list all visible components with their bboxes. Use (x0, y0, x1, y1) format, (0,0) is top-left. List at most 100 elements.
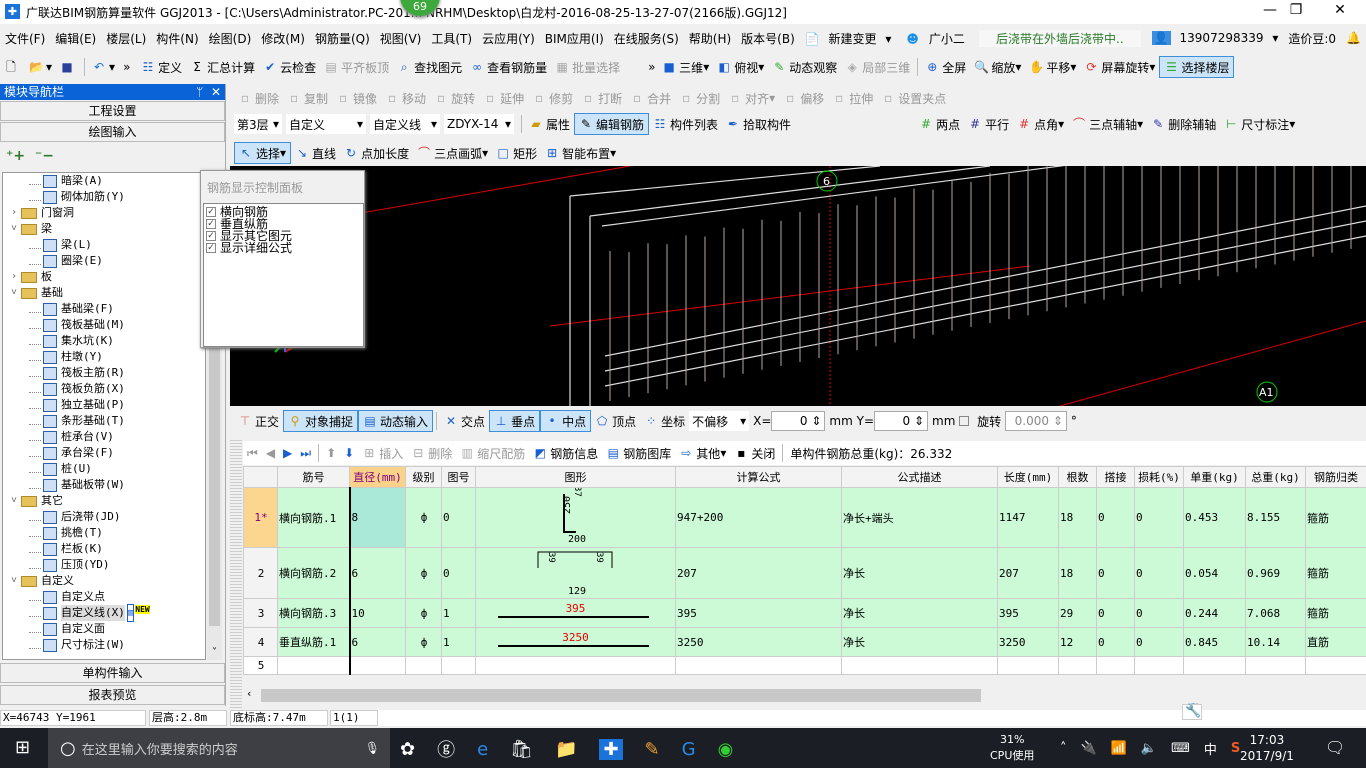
table-row[interactable]: 3 横向钢筋.3 10 ф 1 395 395 净长 395 29 0 0 0.244 7.068 箍筋 (243, 598, 1366, 628)
y-input[interactable]: 0 ⇕ (874, 411, 929, 431)
cell-fig[interactable] (441, 656, 476, 675)
component-name-select[interactable]: ZDYX-14 ▾ (444, 114, 514, 134)
tree-item[interactable]: 压顶(YD) (3, 557, 205, 573)
move-up-button[interactable]: ⬆ (322, 442, 340, 464)
toolbar-button[interactable]: ▤ 平齐板顶 (320, 56, 393, 78)
touch-keyboard-icon[interactable]: ⌨ (1171, 741, 1190, 756)
cell-shape[interactable]: 395 (475, 598, 676, 628)
toolbar-button[interactable]: ↘ 直线 (291, 142, 340, 164)
toolbar-button[interactable]: ⊥ 垂点 (489, 410, 541, 432)
tree-item[interactable]: 暗梁(A) (3, 173, 205, 189)
rotate-checkbox[interactable] (959, 415, 973, 427)
chevron-down-icon[interactable]: ▾ (703, 60, 709, 74)
menu-item[interactable]: 绘图(D) (204, 30, 257, 47)
toolbar-button[interactable]: ▤ 动态输入 (358, 410, 434, 432)
toolbar-button[interactable]: Σ 汇总计算 (186, 56, 259, 78)
toolbar-button[interactable]: ⊞ 智能布置 ▾ (541, 142, 620, 164)
battery-icon[interactable]: 🔌 (1081, 741, 1097, 756)
offset-select[interactable]: 不偏移 ▾ (689, 411, 750, 431)
tree-item[interactable]: 自定义线(X) ▥ NEW (3, 604, 205, 622)
toolbar-button[interactable]: ▫ 对齐 ▾ (724, 87, 779, 109)
menu-item[interactable]: 修改(M) (256, 30, 310, 47)
wrench-icon[interactable]: 🔧 (1182, 704, 1203, 720)
cell-lap[interactable]: 0 (1096, 627, 1135, 657)
floor-select[interactable]: 第3层 ▾ (234, 114, 282, 134)
tree-item[interactable]: 条形基础(T) (3, 413, 205, 429)
cell-name[interactable]: 横向钢筋.3 (277, 598, 350, 628)
toolbar-button[interactable]: ⇨ 其他 ▾ (675, 442, 730, 464)
notice-ticker[interactable]: 后浇带在外墙后浇带中.. (978, 29, 1141, 47)
subtype-select[interactable]: 自定义线 ▾ (370, 114, 440, 134)
toolbar-button[interactable]: • 中点 (540, 410, 592, 432)
prev-record-button[interactable]: ◀ (262, 442, 279, 464)
clock[interactable]: 17:03 2017/9/1 (1240, 732, 1294, 764)
tree-item[interactable]: 筏板基础(M) (3, 317, 205, 333)
taskview-icon[interactable]: ✿ (400, 739, 415, 760)
column-header[interactable]: 图号 (441, 466, 476, 488)
menu-item[interactable]: 工具(T) (426, 30, 477, 47)
chevron-down-icon[interactable]: ▾ (769, 91, 775, 105)
cell-fig[interactable]: 1 (441, 598, 476, 628)
tree-item[interactable]: 自定义面 (3, 621, 205, 637)
cell-len[interactable]: 1147 (997, 487, 1059, 548)
toolbar-button[interactable]: ✎ 动态观察 (768, 56, 841, 78)
cell-cat[interactable]: 直筋 (1305, 627, 1366, 657)
save-button[interactable]: ■ (56, 56, 81, 78)
cell-unit_w[interactable]: 0.845 (1183, 627, 1246, 657)
expand-all-icon[interactable]: ⁺+ (6, 148, 25, 164)
table-row[interactable]: 1* 横向钢筋.1 8 ф 0 37 250 200 947+200 净长+端头 1147 18 0 0 0… (243, 487, 1366, 548)
toolbar-button[interactable]: ⬠ 顶点 (591, 410, 640, 432)
checkbox-icon[interactable]: ✓ (206, 219, 216, 229)
cell-count[interactable]: 12 (1058, 627, 1097, 657)
tree-item[interactable]: 尺寸标注(W) (3, 637, 205, 653)
table-row[interactable]: 4 垂直纵筋.1 6 ф 1 3250 3250 净长 3250 12 0 0 0.845 10.14 直筋 (243, 627, 1366, 657)
toolbar-button[interactable]: ▦ 批量选择 (551, 56, 624, 78)
volume-icon[interactable]: 🔈 (1141, 741, 1157, 756)
cell-loss[interactable]: 0 (1134, 627, 1184, 657)
cell-unit_w[interactable]: 0.244 (1183, 598, 1246, 628)
collapse-all-icon[interactable]: ⁻− (35, 148, 54, 164)
tree-folder[interactable]: › 板 (3, 269, 205, 285)
chevron-down-icon[interactable]: ▾ (1015, 60, 1021, 74)
cell-name[interactable]: 横向钢筋.2 (277, 547, 350, 599)
toolbar-button[interactable]: ▫ 偏移 (779, 87, 828, 109)
row-number[interactable]: 3 (243, 598, 278, 628)
cell-desc[interactable] (841, 656, 998, 675)
cell-shape[interactable]: 39 39 129 (475, 547, 676, 599)
toolbar-button[interactable]: # 两点 (915, 113, 964, 135)
menu-item[interactable]: 在线服务(S) (609, 30, 684, 47)
glodon-app-icon[interactable]: ✚ (599, 738, 623, 760)
menu-item[interactable]: 版本号(B) (736, 30, 800, 47)
menu-item[interactable]: 钢筋量(Q) (310, 30, 375, 47)
tree-folder[interactable]: › 门窗洞 (3, 205, 205, 221)
chevron-down-icon[interactable]: ˅ (7, 285, 21, 301)
tree-item[interactable]: 桩(U) (3, 461, 205, 477)
cell-lap[interactable]: 0 (1096, 547, 1135, 599)
table-row[interactable]: 2 横向钢筋.2 6 ф 0 39 39 129 207 净长 207 18 0 0 0.054 0.969 箍… (243, 547, 1366, 599)
tree-folder[interactable]: ˅ 基础 (3, 285, 205, 301)
new-file-button[interactable]: 🗋 (0, 56, 25, 78)
nav-project-settings[interactable]: 工程设置 (0, 101, 225, 121)
cell-desc[interactable]: 净长+端头 (841, 487, 998, 548)
column-header[interactable]: 总重(kg) (1245, 466, 1306, 488)
edge-icon[interactable]: e (477, 739, 488, 760)
notes-app-icon[interactable]: ✎ (645, 739, 660, 760)
toolbar-button[interactable]: # 平行 (964, 113, 1013, 135)
cell-desc[interactable]: 净长 (841, 547, 998, 599)
cell-len[interactable] (997, 656, 1059, 675)
cell-loss[interactable]: 0 (1134, 547, 1184, 599)
toolbar-button[interactable]: ▫ 修剪 (528, 87, 577, 109)
toolbar-button[interactable]: ⊟ 删除 (407, 442, 456, 464)
tree-folder[interactable]: ˅ 梁 (3, 221, 205, 237)
cell-shape[interactable] (475, 656, 676, 675)
tree-item[interactable]: 独立基础(P) (3, 397, 205, 413)
splitter-handle[interactable] (230, 438, 242, 708)
cell-formula[interactable] (675, 656, 842, 675)
toolbar-button[interactable]: ↖ 选择 ▾ (234, 142, 292, 164)
cell-desc[interactable]: 净长 (841, 598, 998, 628)
column-header[interactable]: 计算公式 (675, 466, 842, 488)
tree-item[interactable]: 柱墩(Y) (3, 349, 205, 365)
cell-loss[interactable] (1134, 656, 1184, 675)
cell-formula[interactable]: 395 (675, 598, 842, 628)
column-header[interactable]: 钢筋归类 (1305, 466, 1366, 488)
